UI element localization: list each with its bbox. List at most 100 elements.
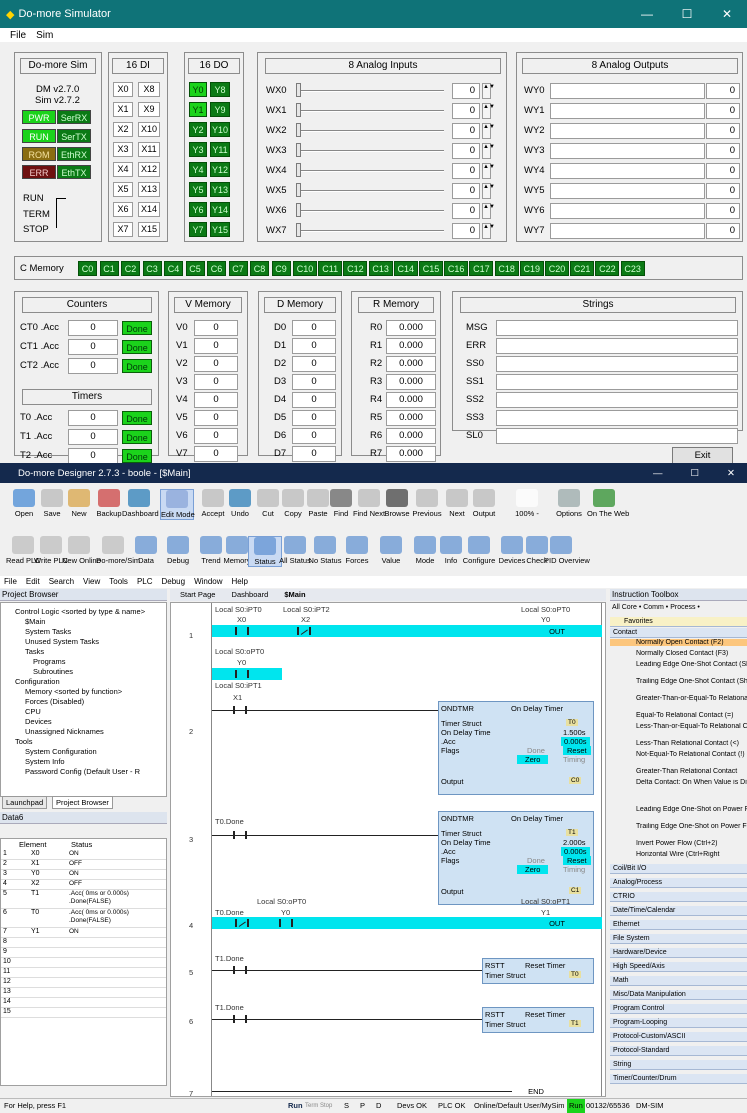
cmem-bit-C8[interactable]: C8: [250, 261, 269, 276]
analog-input-spinner[interactable]: ▲▼: [482, 183, 495, 199]
di-input-X7[interactable]: X7: [113, 222, 133, 237]
coil-y0[interactable]: OUT: [527, 627, 587, 636]
di-input-X12[interactable]: X12: [138, 162, 160, 177]
data6-row-element[interactable]: X2: [31, 880, 40, 887]
analog-input-slider-thumb[interactable]: [296, 143, 301, 157]
toolbox-category-ctrio[interactable]: CTRIO: [610, 892, 747, 902]
analog-input-value[interactable]: 0: [452, 223, 480, 239]
analog-input-value[interactable]: 0: [452, 103, 480, 119]
toolbox-item[interactable]: Greater-Than Relational Contact: [610, 768, 747, 775]
analog-input-value[interactable]: 0: [452, 143, 480, 159]
di-input-X6[interactable]: X6: [113, 202, 133, 217]
tree-item[interactable]: Programs: [33, 657, 66, 666]
contact-x2[interactable]: [297, 627, 311, 635]
run-switch-label[interactable]: RUN: [23, 193, 44, 204]
toolbox-filter[interactable]: All Core • Comm • Process •: [612, 604, 700, 611]
toolbar-configure-button[interactable]: Configure: [462, 536, 496, 565]
stop-switch-label[interactable]: STOP: [23, 224, 49, 235]
tree-item[interactable]: Unused System Tasks: [25, 637, 99, 646]
data6-row-element[interactable]: Y0: [31, 870, 40, 877]
toolbar-all-status-button[interactable]: All Status: [278, 536, 312, 565]
toolbox-item[interactable]: Leading Edge One-Shot on Power Flow (Ctr…: [610, 806, 747, 813]
toolbox-item[interactable]: Horizontal Wire (Ctrl+Right: [610, 851, 747, 858]
analog-input-value[interactable]: 0: [452, 83, 480, 99]
analog-input-spinner[interactable]: ▲▼: [482, 223, 495, 239]
analog-input-slider[interactable]: [296, 130, 444, 132]
designer-menu-edit[interactable]: Edit: [26, 577, 40, 586]
designer-menu-file[interactable]: File: [4, 577, 17, 586]
analog-input-slider-thumb[interactable]: [296, 223, 301, 237]
designer-menu-tools[interactable]: Tools: [109, 577, 128, 586]
toolbox-item[interactable]: Trailing Edge One-Shot Contact (Shift+F3…: [610, 678, 747, 685]
toolbox-item[interactable]: Not-Equal-To Relational Contact (!): [610, 751, 747, 758]
toolbox-category-string[interactable]: String: [610, 1060, 747, 1070]
contact-y0-parallel[interactable]: [235, 670, 249, 678]
di-input-X3[interactable]: X3: [113, 142, 133, 157]
toolbox-category-analog-process[interactable]: Analog/Process: [610, 878, 747, 888]
analog-input-slider-thumb[interactable]: [296, 103, 301, 117]
contact-t1-done[interactable]: [233, 1015, 247, 1023]
toolbox-category-file-system[interactable]: File System: [610, 934, 747, 944]
contact-y0[interactable]: [279, 919, 293, 927]
toolbox-item[interactable]: Normally Open Contact (F2): [610, 639, 747, 646]
di-input-X11[interactable]: X11: [138, 142, 160, 157]
toolbar-options-button[interactable]: Options: [552, 489, 586, 518]
toolbox-category-date-time-calendar[interactable]: Date/Time/Calendar: [610, 906, 747, 916]
tree-item[interactable]: $Main: [25, 617, 45, 626]
tree-item[interactable]: System Configuration: [25, 747, 97, 756]
tab-main[interactable]: $Main: [284, 590, 305, 599]
tree-item[interactable]: System Info: [25, 757, 65, 766]
tree-item[interactable]: Memory <sorted by function>: [25, 687, 122, 696]
designer-menu-view[interactable]: View: [83, 577, 100, 586]
toolbar-value-button[interactable]: Value: [374, 536, 408, 565]
coil-y1[interactable]: OUT: [527, 919, 587, 928]
di-input-X15[interactable]: X15: [138, 222, 160, 237]
di-input-X14[interactable]: X14: [138, 202, 160, 217]
toolbar-browse-button[interactable]: Browse: [380, 489, 414, 518]
toolbox-contact[interactable]: Contact: [610, 628, 747, 638]
analog-input-spinner[interactable]: ▲▼: [482, 163, 495, 179]
analog-input-value[interactable]: 0: [452, 123, 480, 139]
mode-switch[interactable]: [56, 198, 66, 228]
cmem-bit-C15[interactable]: C15: [419, 261, 443, 276]
cmem-bit-C16[interactable]: C16: [444, 261, 469, 276]
data6-row-element[interactable]: X1: [31, 860, 40, 867]
cmem-bit-C9[interactable]: C9: [271, 261, 291, 276]
toolbar-debug-button[interactable]: Debug: [161, 536, 195, 565]
tree-item[interactable]: Tasks: [25, 647, 44, 656]
cmem-bit-C18[interactable]: C18: [494, 261, 519, 276]
analog-input-slider-thumb[interactable]: [296, 183, 301, 197]
toolbox-category-protocol-custom-ascii[interactable]: Protocol-Custom/ASCII: [610, 1032, 747, 1042]
contact-t0-done[interactable]: [233, 831, 247, 839]
analog-input-value[interactable]: 0: [452, 203, 480, 219]
cmem-bit-C12[interactable]: C12: [343, 261, 368, 276]
toolbar-pid-overview-button[interactable]: PID Overview: [544, 536, 590, 565]
analog-input-value[interactable]: 0: [452, 163, 480, 179]
cmem-bit-C14[interactable]: C14: [393, 261, 418, 276]
contact-x0[interactable]: [235, 627, 249, 635]
launchpad-tab[interactable]: Launchpad: [2, 796, 48, 809]
di-input-X1[interactable]: X1: [113, 102, 133, 117]
maximize-icon[interactable]: ☐: [667, 7, 707, 21]
toolbar-data-button[interactable]: Data: [129, 536, 163, 565]
analog-input-slider[interactable]: [296, 190, 444, 192]
analog-input-slider[interactable]: [296, 110, 444, 112]
di-input-X0[interactable]: X0: [113, 82, 133, 97]
data6-row-element[interactable]: T1: [31, 890, 39, 897]
toolbox-item[interactable]: Leading Edge One-Shot Contact (Shift+F2): [610, 661, 747, 668]
analog-input-spinner[interactable]: ▲▼: [482, 83, 495, 99]
tab-dashboard[interactable]: Dashboard: [232, 590, 269, 599]
toolbar-status-button[interactable]: Status: [248, 536, 282, 567]
designer-menu-help[interactable]: Help: [232, 577, 248, 586]
toolbar-no-status-button[interactable]: No Status: [308, 536, 342, 565]
analog-input-slider[interactable]: [296, 90, 444, 92]
toolbox-item[interactable]: Trailing Edge One-Shot on Power Flow (Ct…: [610, 823, 747, 830]
tree-item[interactable]: Password Config (Default User - R: [25, 767, 140, 776]
cmem-bit-C2[interactable]: C2: [121, 261, 140, 276]
toolbox-category-coil-bit-i-o[interactable]: Coil/Bit I/O: [610, 864, 747, 874]
cmem-bit-C3[interactable]: C3: [142, 261, 162, 276]
toolbox-item[interactable]: Normally Closed Contact (F3): [610, 650, 747, 657]
cmem-bit-C23[interactable]: C23: [620, 261, 645, 276]
tree-item[interactable]: Unassigned Nicknames: [25, 727, 104, 736]
minimize-icon[interactable]: —: [627, 7, 667, 21]
